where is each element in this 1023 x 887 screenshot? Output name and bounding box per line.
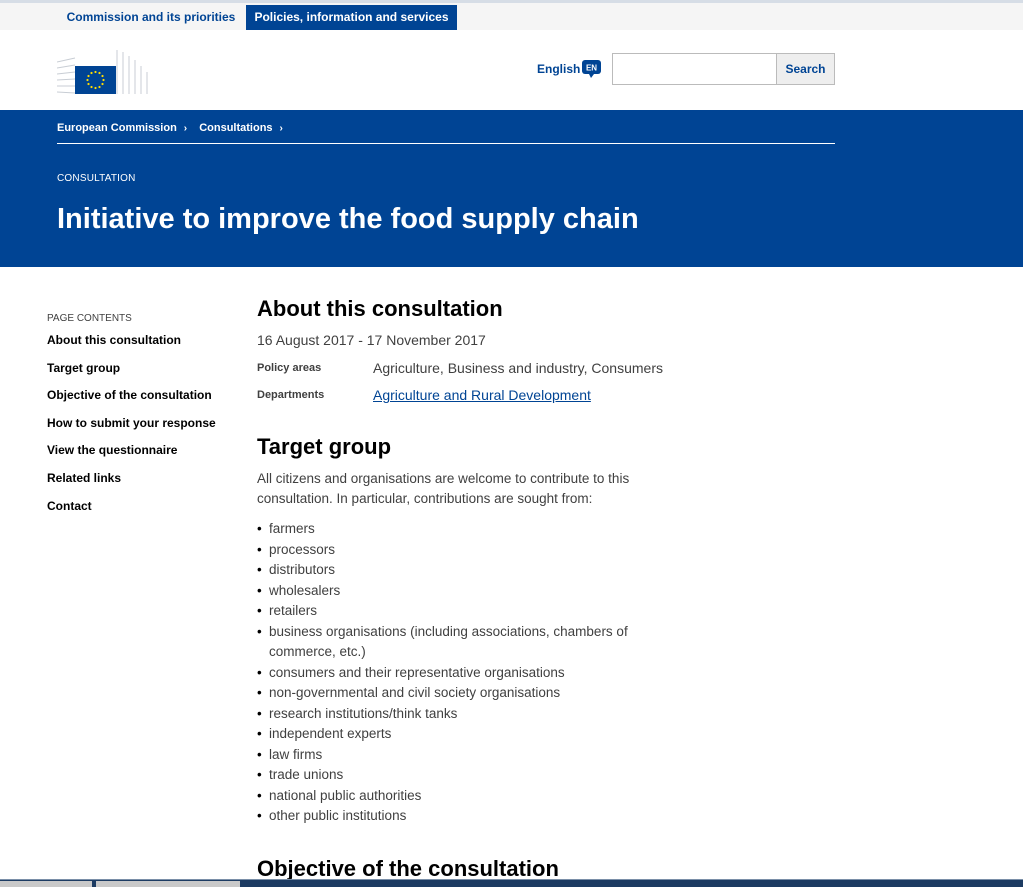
target-group-list: farmers processors distributors wholesal… <box>257 519 657 827</box>
os-taskbar <box>0 879 1023 887</box>
list-item: consumers and their representative organ… <box>257 663 657 684</box>
language-speech-bubble-icon[interactable]: EN <box>582 60 601 78</box>
language-selector[interactable]: English <box>537 62 580 76</box>
breadcrumb-consultations[interactable]: Consultations <box>199 122 272 134</box>
breadcrumb-european-commission[interactable]: European Commission <box>57 122 177 134</box>
sidebar-item-about[interactable]: About this consultation <box>47 333 237 361</box>
banner-divider <box>57 143 835 144</box>
target-group-heading: Target group <box>257 434 392 459</box>
tab-commission-priorities[interactable]: Commission and its priorities <box>58 5 244 30</box>
consultation-dates: 16 August 2017 - 17 November 2017 <box>257 332 486 348</box>
policy-areas-label: Policy areas <box>257 362 322 374</box>
list-item: research institutions/think tanks <box>257 704 657 725</box>
departments-label: Departments <box>257 389 325 401</box>
list-item: farmers <box>257 519 657 540</box>
page-title: Initiative to improve the food supply ch… <box>57 203 639 235</box>
sidebar-item-how-to-submit[interactable]: How to submit your response <box>47 416 237 444</box>
taskbar-button[interactable] <box>0 881 92 887</box>
page-type-label: CONSULTATION <box>57 173 136 184</box>
policy-areas-value: Agriculture, Business and industry, Cons… <box>373 360 663 376</box>
breadcrumb: European Commission › Consultations › <box>57 122 292 134</box>
taskbar-button[interactable] <box>96 881 240 887</box>
page-contents-nav: PAGE CONTENTS About this consultation Ta… <box>47 313 237 526</box>
sidebar-item-questionnaire[interactable]: View the questionnaire <box>47 443 237 471</box>
page-banner: European Commission › Consultations › CONS… <box>0 110 1023 267</box>
sidebar-item-objective[interactable]: Objective of the consultation <box>47 388 237 416</box>
search-button[interactable]: Search <box>776 53 835 85</box>
list-item: other public institutions <box>257 806 657 827</box>
list-item: independent experts <box>257 724 657 745</box>
list-item: wholesalers <box>257 581 657 602</box>
list-item: trade unions <box>257 765 657 786</box>
about-heading: About this consultation <box>257 296 503 321</box>
top-navigation: Commission and its priorities Policies, … <box>0 0 1023 36</box>
list-item: processors <box>257 540 657 561</box>
list-item: distributors <box>257 560 657 581</box>
site-header: English EN Search <box>0 30 1023 110</box>
language-code: EN <box>586 64 597 73</box>
sidebar-item-target-group[interactable]: Target group <box>47 361 237 389</box>
sidebar-item-related-links[interactable]: Related links <box>47 471 237 499</box>
list-item: national public authorities <box>257 786 657 807</box>
department-link[interactable]: Agriculture and Rural Development <box>373 387 591 403</box>
page-contents-heading: PAGE CONTENTS <box>47 313 132 324</box>
chevron-right-icon: › <box>279 123 283 134</box>
main-content: About this consultation 16 August 2017 -… <box>257 296 677 881</box>
list-item: business organisations (including associ… <box>257 622 657 663</box>
list-item: retailers <box>257 601 657 622</box>
european-commission-logo[interactable] <box>57 48 149 96</box>
chevron-right-icon: › <box>183 123 188 134</box>
list-item: law firms <box>257 745 657 766</box>
search-input[interactable] <box>612 53 778 85</box>
list-item: non-governmental and civil society organ… <box>257 683 657 704</box>
sidebar-item-contact[interactable]: Contact <box>47 499 237 527</box>
target-group-intro: All citizens and organisations are welco… <box>257 471 630 506</box>
tab-policies-information-services[interactable]: Policies, information and services <box>246 5 457 36</box>
